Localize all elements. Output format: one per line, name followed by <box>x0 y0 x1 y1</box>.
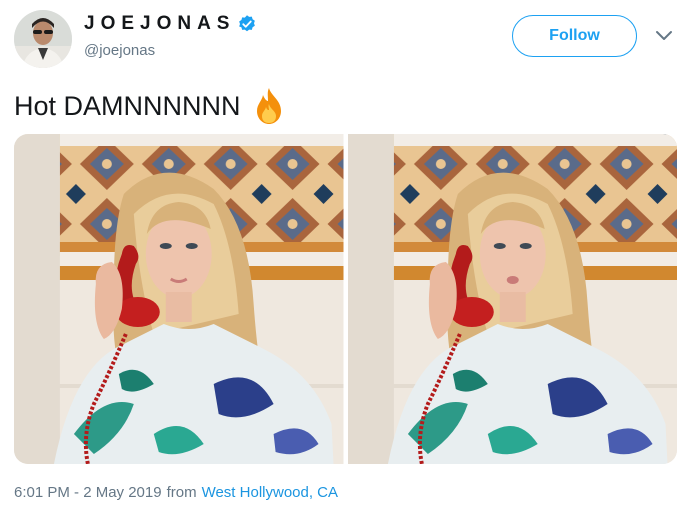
tweet-photo-1[interactable] <box>14 134 344 464</box>
display-name[interactable]: JOEJONAS <box>84 13 257 35</box>
location-link[interactable]: West Hollywood, CA <box>202 484 338 501</box>
user-handle[interactable]: @joejonas <box>84 42 155 59</box>
tweet-text-row: Hot DAMNNNNNN <box>14 86 287 126</box>
photo-image <box>14 134 344 464</box>
tweet-meta: 6:01 PM - 2 May 2019 from West Hollywood… <box>14 484 338 501</box>
photo-grid <box>14 134 677 464</box>
tweet-photo-2[interactable] <box>347 134 677 464</box>
chevron-down-icon[interactable] <box>655 29 673 43</box>
timestamp[interactable]: 6:01 PM - 2 May 2019 <box>14 484 162 501</box>
verified-badge-icon <box>239 15 256 32</box>
avatar[interactable] <box>14 10 72 68</box>
display-name-text[interactable]: JOEJONAS <box>84 13 235 35</box>
fire-icon <box>256 88 281 124</box>
follow-button[interactable]: Follow <box>512 15 637 57</box>
from-label: from <box>166 484 197 501</box>
tweet-text: Hot DAMNNNNNN <box>14 90 241 121</box>
photo-image <box>347 134 677 464</box>
